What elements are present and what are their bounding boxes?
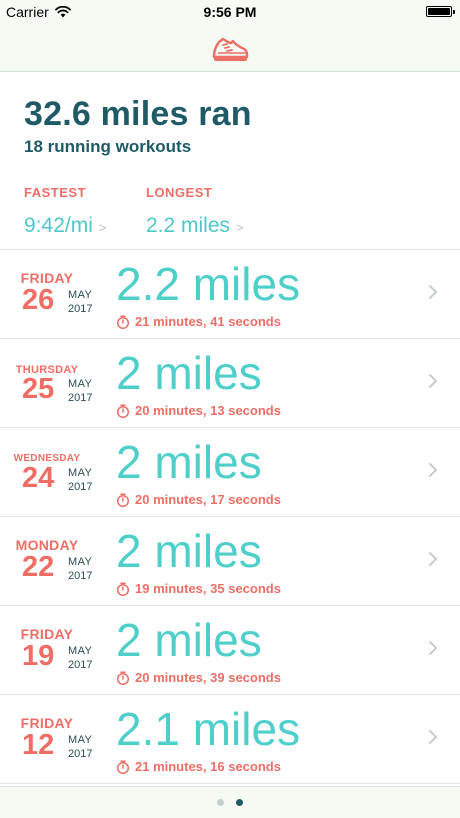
- chevron-right-icon: [429, 285, 437, 299]
- workout-distance: 2 miles: [116, 614, 262, 666]
- month-label: MAY: [68, 378, 93, 390]
- duration-row: 20 minutes, 13 seconds: [116, 403, 281, 418]
- longest-value: 2.2 miles: [146, 214, 231, 237]
- month-label: MAY: [68, 734, 93, 746]
- workout-distance: 2 miles: [116, 347, 262, 399]
- workout-duration: 20 minutes, 39 seconds: [135, 670, 281, 685]
- longest-stat[interactable]: LONGEST 2.2 miles >: [146, 185, 244, 238]
- day-number: 22: [22, 551, 55, 583]
- longest-label: LONGEST: [146, 185, 213, 200]
- chevron-right-icon: [429, 463, 437, 477]
- month-label: MAY: [68, 289, 93, 301]
- status-bar: Carrier 9:56 PM: [0, 0, 460, 24]
- year-label: 2017: [68, 392, 93, 404]
- nav-bar: [0, 24, 460, 72]
- duration-row: 21 minutes, 16 seconds: [116, 759, 281, 774]
- stopwatch-icon: [116, 670, 130, 685]
- fastest-stat[interactable]: FASTEST 9:42/mi >: [24, 185, 106, 238]
- workout-duration: 20 minutes, 17 seconds: [135, 492, 281, 507]
- stopwatch-icon: [116, 492, 130, 507]
- workout-distance: 2.2 miles: [116, 258, 301, 310]
- duration-row: 21 minutes, 41 seconds: [116, 314, 281, 329]
- page-dot-1[interactable]: [217, 799, 224, 806]
- longest-value-row: 2.2 miles >: [146, 214, 244, 238]
- page-indicator[interactable]: [0, 786, 460, 818]
- month-label: MAY: [68, 645, 93, 657]
- workout-row[interactable]: FRIDAY 19 MAY 2017 2 miles 20 minutes, 3…: [0, 606, 460, 695]
- duration-row: 20 minutes, 17 seconds: [116, 492, 281, 507]
- day-number: 24: [22, 462, 55, 494]
- workout-row[interactable]: FRIDAY 26 MAY 2017 2.2 miles 21 minutes,…: [0, 250, 460, 339]
- fastest-label: FASTEST: [24, 185, 87, 200]
- month-label: MAY: [68, 556, 93, 568]
- chevron-right-icon: [429, 374, 437, 388]
- day-number: 26: [22, 284, 55, 316]
- workout-list: FRIDAY 26 MAY 2017 2.2 miles 21 minutes,…: [0, 250, 460, 784]
- workouts-count: 18 running workouts: [24, 137, 192, 156]
- duration-row: 19 minutes, 35 seconds: [116, 581, 281, 596]
- day-number: 12: [22, 729, 55, 761]
- workout-distance: 2 miles: [116, 525, 262, 577]
- chevron-right-icon: >: [236, 220, 244, 235]
- workout-distance: 2 miles: [116, 436, 262, 488]
- day-number: 19: [22, 640, 55, 672]
- workout-duration: 19 minutes, 35 seconds: [135, 581, 281, 596]
- stopwatch-icon: [116, 759, 130, 774]
- chevron-right-icon: >: [98, 220, 107, 235]
- status-time: 9:56 PM: [203, 4, 257, 20]
- year-label: 2017: [68, 748, 93, 760]
- workout-duration: 21 minutes, 16 seconds: [135, 759, 281, 774]
- page-dot-2[interactable]: [236, 799, 243, 806]
- summary-section: 32.6 miles ran 18 running workouts FASTE…: [0, 73, 460, 250]
- workout-duration: 21 minutes, 41 seconds: [135, 314, 281, 329]
- day-number: 25: [22, 373, 55, 405]
- duration-row: 20 minutes, 39 seconds: [116, 670, 281, 685]
- workout-row[interactable]: FRIDAY 12 MAY 2017 2.1 miles 21 minutes,…: [0, 695, 460, 784]
- stopwatch-icon: [116, 581, 130, 596]
- chevron-right-icon: [429, 641, 437, 655]
- chevron-right-icon: [429, 730, 437, 744]
- workout-row[interactable]: WEDNESDAY 24 MAY 2017 2 miles 20 minutes…: [0, 428, 460, 517]
- total-miles-title: 32.6 miles ran: [24, 95, 252, 133]
- workout-row[interactable]: THURSDAY 25 MAY 2017 2 miles 20 minutes,…: [0, 339, 460, 428]
- chevron-right-icon: [429, 552, 437, 566]
- year-label: 2017: [68, 481, 93, 493]
- battery-icon: [426, 6, 455, 17]
- fastest-value-row: 9:42/mi >: [24, 214, 106, 238]
- year-label: 2017: [68, 303, 93, 315]
- running-shoe-icon: [212, 37, 249, 61]
- year-label: 2017: [68, 570, 93, 582]
- workout-distance: 2.1 miles: [116, 703, 301, 755]
- workout-row[interactable]: MONDAY 22 MAY 2017 2 miles 19 minutes, 3…: [0, 517, 460, 606]
- stopwatch-icon: [116, 314, 130, 329]
- fastest-value: 9:42/mi: [24, 214, 93, 237]
- month-label: MAY: [68, 467, 93, 479]
- workout-duration: 20 minutes, 13 seconds: [135, 403, 281, 418]
- year-label: 2017: [68, 659, 93, 671]
- app-screen: Carrier 9:56 PM 32.6 miles ran 18 runnin…: [0, 0, 460, 818]
- stopwatch-icon: [116, 403, 130, 418]
